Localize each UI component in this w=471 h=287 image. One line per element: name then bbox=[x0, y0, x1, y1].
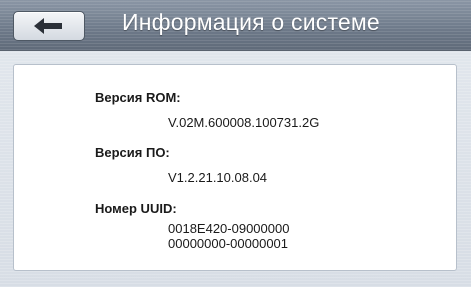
uuid-label: Номер UUID: bbox=[95, 201, 177, 216]
software-version-label: Версия ПО: bbox=[95, 145, 170, 160]
uuid-value-line2: 00000000-00000001 bbox=[168, 236, 289, 251]
left-arrow-icon bbox=[34, 18, 62, 34]
rom-version-value: V.02M.600008.100731.2G bbox=[168, 115, 320, 130]
uuid-value-line1: 0018E420-09000000 bbox=[168, 221, 290, 236]
info-panel: Версия ROM: V.02M.600008.100731.2G Верси… bbox=[13, 64, 457, 271]
rom-version-label: Версия ROM: bbox=[95, 90, 181, 105]
system-info-screen: Информация о системе Версия ROM: V.02M.6… bbox=[0, 0, 471, 287]
software-version-value: V1.2.21.10.08.04 bbox=[168, 170, 268, 185]
title-bar: Информация о системе bbox=[0, 0, 471, 51]
page-title: Информация о системе bbox=[122, 9, 380, 35]
back-button[interactable] bbox=[13, 11, 85, 41]
